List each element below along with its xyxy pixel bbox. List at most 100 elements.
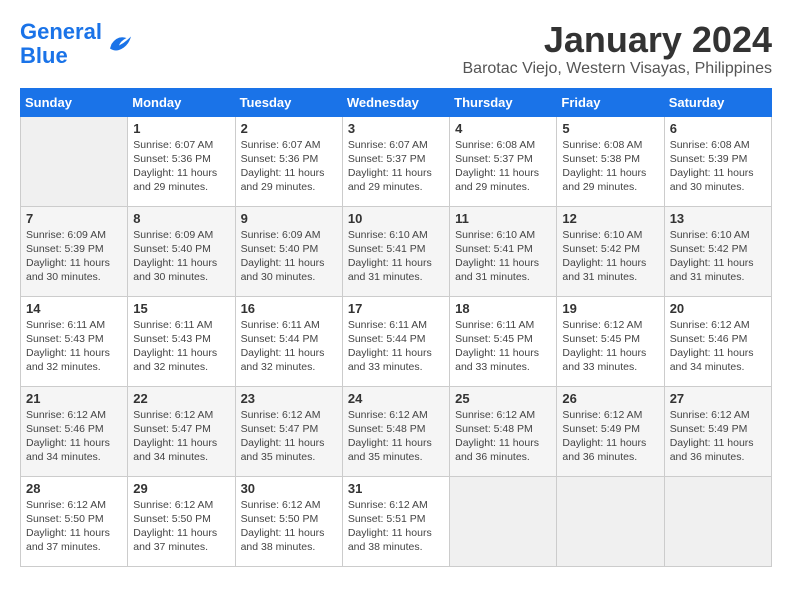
calendar-cell: 3 Sunrise: 6:07 AMSunset: 5:37 PMDaylight… (342, 116, 449, 206)
calendar-cell: 2 Sunrise: 6:07 AMSunset: 5:36 PMDaylight… (235, 116, 342, 206)
calendar-cell (21, 116, 128, 206)
cell-info: Sunrise: 6:08 AMSunset: 5:39 PMDaylight:… (670, 138, 766, 195)
title-block: January 2024 Barotac Viejo, Western Visa… (463, 20, 773, 78)
calendar-cell: 30Sunrise: 6:12 AMSunset: 5:50 PMDayligh… (235, 476, 342, 566)
calendar-cell: 7 Sunrise: 6:09 AMSunset: 5:39 PMDaylight… (21, 206, 128, 296)
cell-info: Sunrise: 6:10 AMSunset: 5:41 PMDaylight:… (455, 228, 551, 285)
day-number: 18 (455, 301, 551, 316)
calendar-cell: 9 Sunrise: 6:09 AMSunset: 5:40 PMDaylight… (235, 206, 342, 296)
calendar-cell: 21 Sunrise: 6:12 AMSunset: 5:46 PMDayligh… (21, 386, 128, 476)
calendar-cell: 25Sunrise: 6:12 AMSunset: 5:48 PMDayligh… (450, 386, 557, 476)
cell-info: Sunrise: 6:07 AMSunset: 5:36 PMDaylight:… (241, 138, 337, 195)
day-number: 12 (562, 211, 658, 226)
cell-info: Sunrise: 6:07 AMSunset: 5:37 PMDaylight:… (348, 138, 444, 195)
calendar-cell: 20Sunrise: 6:12 AMSunset: 5:46 PMDayligh… (664, 296, 771, 386)
location-subtitle: Barotac Viejo, Western Visayas, Philippi… (463, 60, 773, 78)
calendar-week-row: 28 Sunrise: 6:12 AMSunset: 5:50 PMDayligh… (21, 476, 772, 566)
calendar-cell: 14Sunrise: 6:11 AMSunset: 5:43 PMDayligh… (21, 296, 128, 386)
cell-info: Sunrise: 6:12 AMSunset: 5:50 PMDaylight:… (241, 498, 337, 555)
calendar-week-row: 7 Sunrise: 6:09 AMSunset: 5:39 PMDaylight… (21, 206, 772, 296)
calendar-cell: 13 Sunrise: 6:10 AMSunset: 5:42 PMDayligh… (664, 206, 771, 296)
day-number: 28 (26, 481, 122, 496)
day-number: 9 (241, 211, 337, 226)
cell-info: Sunrise: 6:09 AMSunset: 5:40 PMDaylight:… (133, 228, 229, 285)
cell-info: Sunrise: 6:12 AMSunset: 5:46 PMDaylight:… (26, 408, 122, 465)
day-number: 8 (133, 211, 229, 226)
day-number: 17 (348, 301, 444, 316)
cell-info: Sunrise: 6:12 AMSunset: 5:50 PMDaylight:… (133, 498, 229, 555)
calendar-cell: 26 Sunrise: 6:12 AMSunset: 5:49 PMDayligh… (557, 386, 664, 476)
calendar-body: 1 Sunrise: 6:07 AMSunset: 5:36 PMDaylight… (21, 116, 772, 566)
cell-info: Sunrise: 6:12 AMSunset: 5:51 PMDaylight:… (348, 498, 444, 555)
day-number: 22 (133, 391, 229, 406)
day-number: 31 (348, 481, 444, 496)
calendar-cell: 18 Sunrise: 6:11 AMSunset: 5:45 PMDayligh… (450, 296, 557, 386)
weekday-header-cell: Wednesday (342, 88, 449, 116)
calendar-cell: 29Sunrise: 6:12 AMSunset: 5:50 PMDayligh… (128, 476, 235, 566)
calendar-cell: 15 Sunrise: 6:11 AMSunset: 5:43 PMDayligh… (128, 296, 235, 386)
calendar-cell (557, 476, 664, 566)
calendar-cell (450, 476, 557, 566)
day-number: 23 (241, 391, 337, 406)
calendar-cell: 4 Sunrise: 6:08 AMSunset: 5:37 PMDaylight… (450, 116, 557, 206)
cell-info: Sunrise: 6:09 AMSunset: 5:39 PMDaylight:… (26, 228, 122, 285)
day-number: 24 (348, 391, 444, 406)
day-number: 21 (26, 391, 122, 406)
day-number: 26 (562, 391, 658, 406)
day-number: 14 (26, 301, 122, 316)
day-number: 4 (455, 121, 551, 136)
cell-info: Sunrise: 6:12 AMSunset: 5:49 PMDaylight:… (562, 408, 658, 465)
calendar-cell: 8 Sunrise: 6:09 AMSunset: 5:40 PMDaylight… (128, 206, 235, 296)
calendar-cell: 10 Sunrise: 6:10 AMSunset: 5:41 PMDayligh… (342, 206, 449, 296)
day-number: 2 (241, 121, 337, 136)
calendar-cell: 12 Sunrise: 6:10 AMSunset: 5:42 PMDayligh… (557, 206, 664, 296)
calendar-week-row: 1 Sunrise: 6:07 AMSunset: 5:36 PMDaylight… (21, 116, 772, 206)
weekday-header-row: SundayMondayTuesdayWednesdayThursdayFrid… (21, 88, 772, 116)
day-number: 27 (670, 391, 766, 406)
calendar-cell: 24 Sunrise: 6:12 AMSunset: 5:48 PMDayligh… (342, 386, 449, 476)
weekday-header-cell: Saturday (664, 88, 771, 116)
cell-info: Sunrise: 6:12 AMSunset: 5:50 PMDaylight:… (26, 498, 122, 555)
day-number: 15 (133, 301, 229, 316)
cell-info: Sunrise: 6:08 AMSunset: 5:38 PMDaylight:… (562, 138, 658, 195)
cell-info: Sunrise: 6:10 AMSunset: 5:42 PMDaylight:… (562, 228, 658, 285)
calendar-cell: 16 Sunrise: 6:11 AMSunset: 5:44 PMDayligh… (235, 296, 342, 386)
calendar-cell: 27 Sunrise: 6:12 AMSunset: 5:49 PMDayligh… (664, 386, 771, 476)
calendar-cell: 23 Sunrise: 6:12 AMSunset: 5:47 PMDayligh… (235, 386, 342, 476)
day-number: 3 (348, 121, 444, 136)
cell-info: Sunrise: 6:08 AMSunset: 5:37 PMDaylight:… (455, 138, 551, 195)
month-title: January 2024 (463, 20, 773, 60)
day-number: 5 (562, 121, 658, 136)
page-header: GeneralBlue January 2024 Barotac Viejo, … (20, 20, 772, 78)
cell-info: Sunrise: 6:12 AMSunset: 5:48 PMDaylight:… (455, 408, 551, 465)
calendar-cell: 28 Sunrise: 6:12 AMSunset: 5:50 PMDayligh… (21, 476, 128, 566)
day-number: 7 (26, 211, 122, 226)
cell-info: Sunrise: 6:10 AMSunset: 5:42 PMDaylight:… (670, 228, 766, 285)
day-number: 16 (241, 301, 337, 316)
cell-info: Sunrise: 6:12 AMSunset: 5:49 PMDaylight:… (670, 408, 766, 465)
day-number: 6 (670, 121, 766, 136)
cell-info: Sunrise: 6:12 AMSunset: 5:46 PMDaylight:… (670, 318, 766, 375)
calendar-cell: 17Sunrise: 6:11 AMSunset: 5:44 PMDayligh… (342, 296, 449, 386)
calendar-cell: 19 Sunrise: 6:12 AMSunset: 5:45 PMDayligh… (557, 296, 664, 386)
weekday-header-cell: Friday (557, 88, 664, 116)
cell-info: Sunrise: 6:09 AMSunset: 5:40 PMDaylight:… (241, 228, 337, 285)
cell-info: Sunrise: 6:12 AMSunset: 5:48 PMDaylight:… (348, 408, 444, 465)
cell-info: Sunrise: 6:12 AMSunset: 5:45 PMDaylight:… (562, 318, 658, 375)
cell-info: Sunrise: 6:10 AMSunset: 5:41 PMDaylight:… (348, 228, 444, 285)
weekday-header-cell: Monday (128, 88, 235, 116)
cell-info: Sunrise: 6:11 AMSunset: 5:45 PMDaylight:… (455, 318, 551, 375)
calendar-cell (664, 476, 771, 566)
logo-text: GeneralBlue (20, 20, 102, 68)
weekday-header-cell: Thursday (450, 88, 557, 116)
calendar-cell: 31 Sunrise: 6:12 AMSunset: 5:51 PMDayligh… (342, 476, 449, 566)
day-number: 11 (455, 211, 551, 226)
day-number: 13 (670, 211, 766, 226)
day-number: 19 (562, 301, 658, 316)
cell-info: Sunrise: 6:07 AMSunset: 5:36 PMDaylight:… (133, 138, 229, 195)
day-number: 10 (348, 211, 444, 226)
cell-info: Sunrise: 6:11 AMSunset: 5:44 PMDaylight:… (241, 318, 337, 375)
cell-info: Sunrise: 6:12 AMSunset: 5:47 PMDaylight:… (241, 408, 337, 465)
day-number: 1 (133, 121, 229, 136)
cell-info: Sunrise: 6:11 AMSunset: 5:43 PMDaylight:… (133, 318, 229, 375)
